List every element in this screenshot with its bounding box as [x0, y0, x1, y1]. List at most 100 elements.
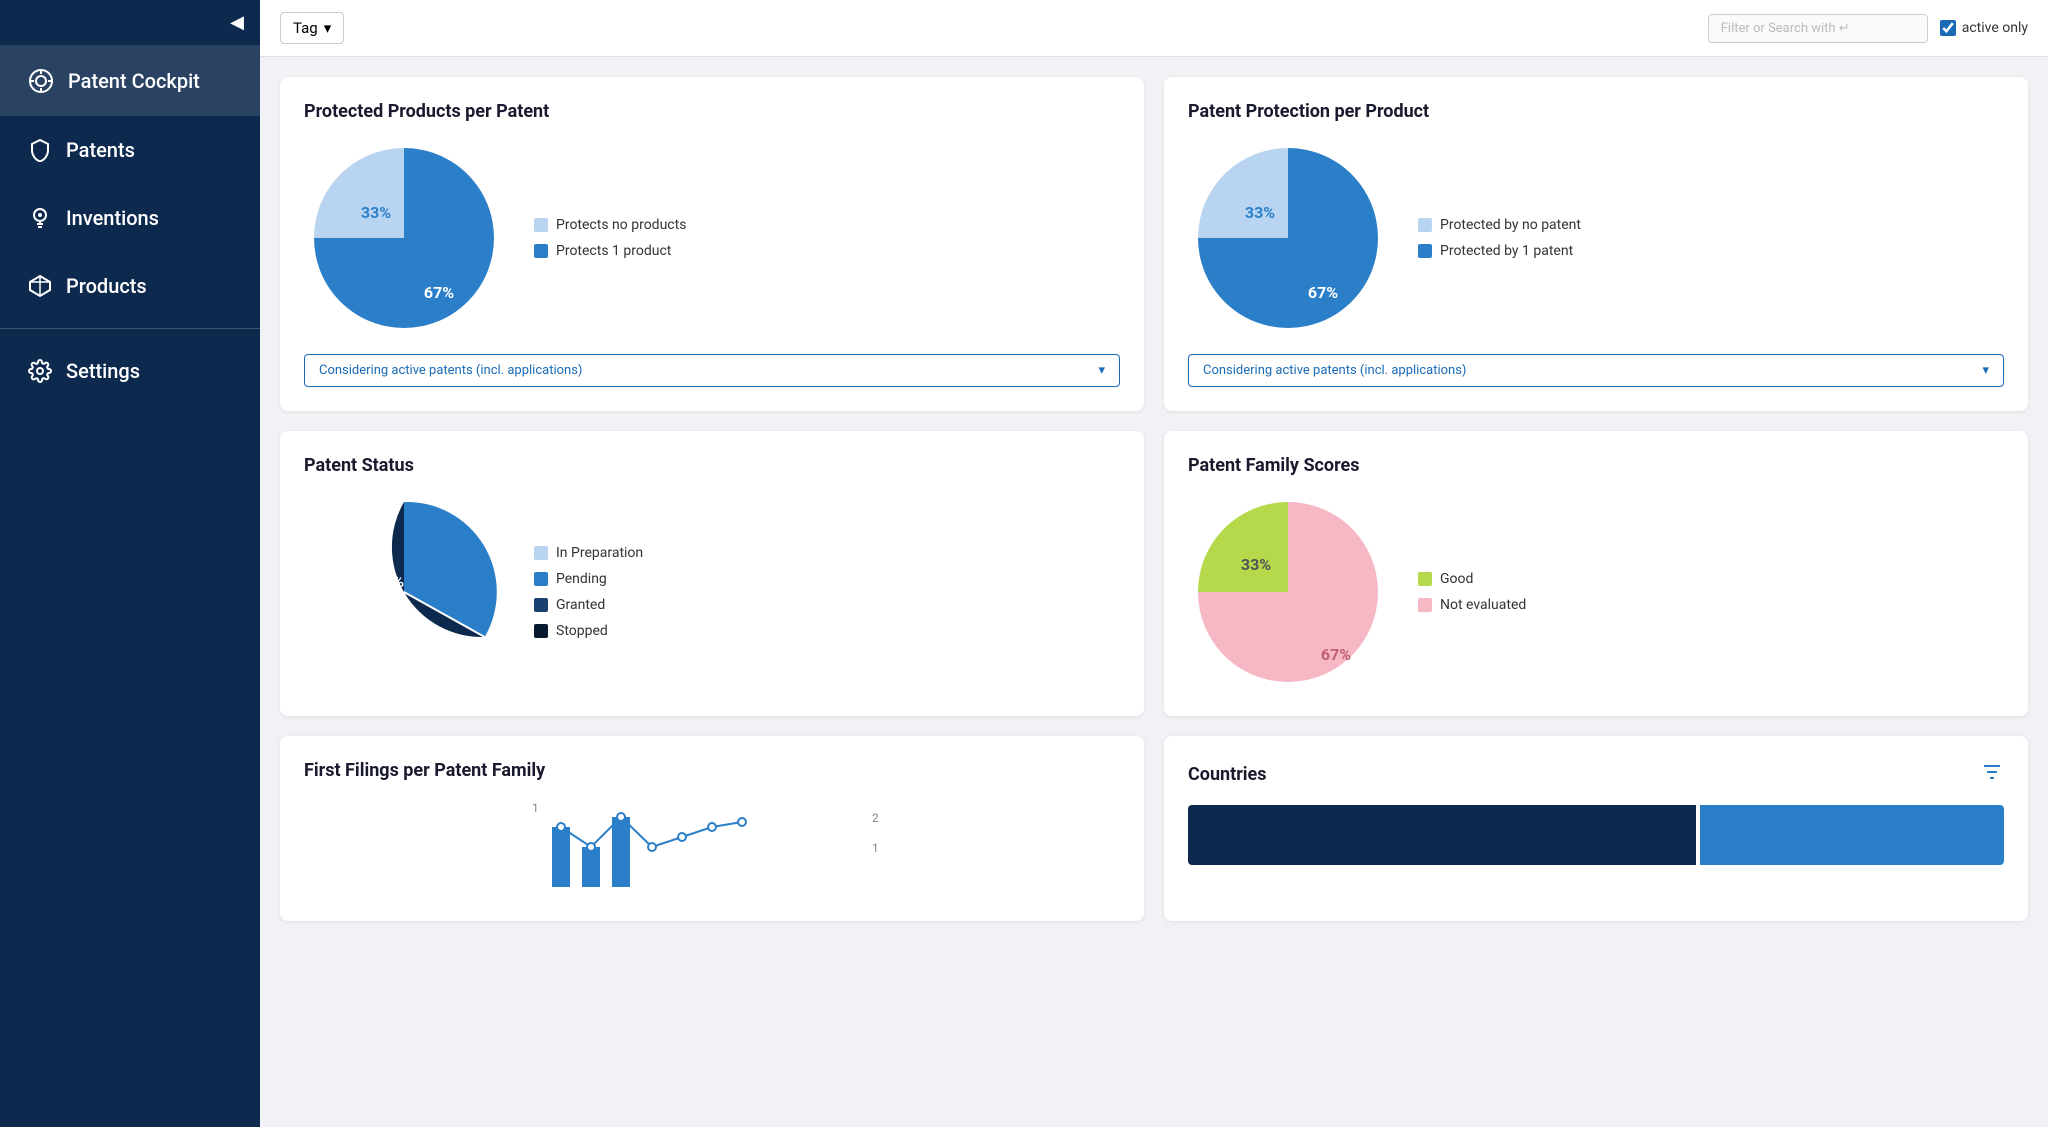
- sidebar-label-patent-cockpit: Patent Cockpit: [68, 69, 200, 93]
- svg-text:60%: 60%: [374, 572, 404, 591]
- card-patent-status-title: Patent Status: [304, 455, 1120, 476]
- legend-dot-1-patent: [1418, 244, 1432, 258]
- box-icon: [28, 274, 52, 298]
- legend-item-1-patent: Protected by 1 patent: [1418, 243, 1581, 259]
- legend-item-stopped: Stopped: [534, 623, 643, 639]
- sidebar-item-patent-cockpit[interactable]: Patent Cockpit: [0, 46, 260, 116]
- topbar-left: Tag ▾: [280, 12, 344, 44]
- protected-products-dropdown[interactable]: Considering active patents (incl. applic…: [304, 354, 1120, 387]
- legend-label-in-prep: In Preparation: [556, 545, 643, 561]
- chevron-down-icon-2: ▾: [1098, 363, 1105, 378]
- legend-label-stopped: Stopped: [556, 623, 608, 639]
- main-area: Tag ▾ Filter or Search with ↵ active onl…: [260, 0, 2048, 1127]
- svg-text:40%: 40%: [437, 652, 467, 671]
- patent-family-chart: 33% 67%: [1188, 492, 1388, 692]
- filter-icon[interactable]: [1980, 760, 2004, 789]
- legend-dot-stopped: [534, 624, 548, 638]
- sidebar-toggle-area: ◀: [0, 0, 260, 46]
- active-only-label[interactable]: active only: [1940, 20, 2028, 36]
- legend-dot-good: [1418, 572, 1432, 586]
- legend-label-granted: Granted: [556, 597, 605, 613]
- topbar: Tag ▾ Filter or Search with ↵ active onl…: [260, 0, 2048, 57]
- sidebar-label-patents: Patents: [66, 138, 135, 162]
- legend-dot-in-prep: [534, 546, 548, 560]
- protected-products-footer: Considering active patents (incl. applic…: [304, 354, 1120, 387]
- patent-protection-footer: Considering active patents (incl. applic…: [1188, 354, 2004, 387]
- legend-dot-pending: [534, 572, 548, 586]
- legend-dot-no-patent: [1418, 218, 1432, 232]
- patent-family-legend: Good Not evaluated: [1418, 571, 1526, 613]
- legend-item-no-products: Protects no products: [534, 217, 686, 233]
- card-countries-body: [1188, 805, 2004, 865]
- legend-item-granted: Granted: [534, 597, 643, 613]
- card-patent-protection-body: 33% 67% Protected by no patent Protected…: [1188, 138, 2004, 338]
- svg-text:33%: 33%: [1241, 555, 1271, 574]
- legend-label-no-patent: Protected by no patent: [1440, 217, 1581, 233]
- sidebar-item-patents[interactable]: Patents: [0, 116, 260, 184]
- card-patent-protection-title: Patent Protection per Product: [1188, 101, 2004, 122]
- gear-icon: [28, 359, 52, 383]
- countries-bar-chart: [1188, 805, 2004, 865]
- card-protected-products-title: Protected Products per Patent: [304, 101, 1120, 122]
- legend-label-pending: Pending: [556, 571, 607, 587]
- legend-label-1-patent: Protected by 1 patent: [1440, 243, 1573, 259]
- sidebar-divider: [0, 328, 260, 329]
- patent-protection-chart: 33% 67%: [1188, 138, 1388, 338]
- protected-products-chart: 33% 67%: [304, 138, 504, 338]
- target-icon: [28, 68, 54, 94]
- legend-item-in-prep: In Preparation: [534, 545, 643, 561]
- topbar-right: Filter or Search with ↵ active only: [1708, 14, 2028, 43]
- first-filings-chart: 1 2 1: [304, 797, 1120, 897]
- legend-item-not-evaluated: Not evaluated: [1418, 597, 1526, 613]
- svg-text:33%: 33%: [361, 203, 391, 222]
- legend-dot-granted: [534, 598, 548, 612]
- card-first-filings-body: 1 2 1: [304, 797, 1120, 897]
- active-only-checkbox[interactable]: [1940, 20, 1956, 36]
- sidebar-item-settings[interactable]: Settings: [0, 337, 260, 405]
- search-placeholder: Filter or Search with ↵: [1721, 21, 1850, 36]
- card-countries: Countries: [1164, 736, 2028, 921]
- patent-protection-dropdown-label: Considering active patents (incl. applic…: [1203, 363, 1466, 378]
- search-box[interactable]: Filter or Search with ↵: [1708, 14, 1928, 43]
- svg-text:2: 2: [872, 811, 879, 825]
- patent-status-chart: 60% 40%: [304, 492, 504, 692]
- svg-text:67%: 67%: [1321, 645, 1351, 664]
- legend-label-good: Good: [1440, 571, 1473, 587]
- sidebar-label-inventions: Inventions: [66, 206, 159, 230]
- chevron-down-icon: ▾: [324, 19, 332, 37]
- country-bar-dark: [1188, 805, 1696, 865]
- card-patent-family-body: 33% 67% Good Not evaluated: [1188, 492, 2004, 692]
- tag-dropdown[interactable]: Tag ▾: [280, 12, 344, 44]
- shield-icon: [28, 138, 52, 162]
- tag-label: Tag: [293, 19, 318, 37]
- legend-dot-no-products: [534, 218, 548, 232]
- card-patent-status-body: 60% 40% In Preparation Pending Granted: [304, 492, 1120, 692]
- legend-item-good: Good: [1418, 571, 1526, 587]
- sidebar-label-settings: Settings: [66, 359, 140, 383]
- legend-dot-1-product: [534, 244, 548, 258]
- bulb-icon: [28, 206, 52, 230]
- country-bar-mid: [1700, 805, 2005, 865]
- card-patent-family-title: Patent Family Scores: [1188, 455, 2004, 476]
- card-patent-status: Patent Status 60% 40% In Preparation: [280, 431, 1144, 716]
- patent-protection-dropdown[interactable]: Considering active patents (incl. applic…: [1188, 354, 2004, 387]
- legend-label-no-products: Protects no products: [556, 217, 686, 233]
- card-patent-protection: Patent Protection per Product 33% 67% Pr…: [1164, 77, 2028, 411]
- card-protected-products: Protected Products per Patent 33% 67% Pr…: [280, 77, 1144, 411]
- dashboard: Protected Products per Patent 33% 67% Pr…: [260, 57, 2048, 1127]
- svg-text:33%: 33%: [1245, 203, 1275, 222]
- legend-label-1-product: Protects 1 product: [556, 243, 671, 259]
- card-countries-title: Countries: [1188, 764, 1267, 785]
- patent-protection-legend: Protected by no patent Protected by 1 pa…: [1418, 217, 1581, 259]
- protected-products-legend: Protects no products Protects 1 product: [534, 217, 686, 259]
- sidebar-item-inventions[interactable]: Inventions: [0, 184, 260, 252]
- active-only-text: active only: [1962, 20, 2028, 36]
- svg-text:67%: 67%: [424, 283, 454, 302]
- chevron-down-icon-3: ▾: [1982, 363, 1989, 378]
- sidebar-item-products[interactable]: Products: [0, 252, 260, 320]
- legend-item-pending: Pending: [534, 571, 643, 587]
- legend-item-no-patent: Protected by no patent: [1418, 217, 1581, 233]
- collapse-sidebar-button[interactable]: ◀: [230, 12, 244, 33]
- legend-item-1-product: Protects 1 product: [534, 243, 686, 259]
- legend-label-not-evaluated: Not evaluated: [1440, 597, 1526, 613]
